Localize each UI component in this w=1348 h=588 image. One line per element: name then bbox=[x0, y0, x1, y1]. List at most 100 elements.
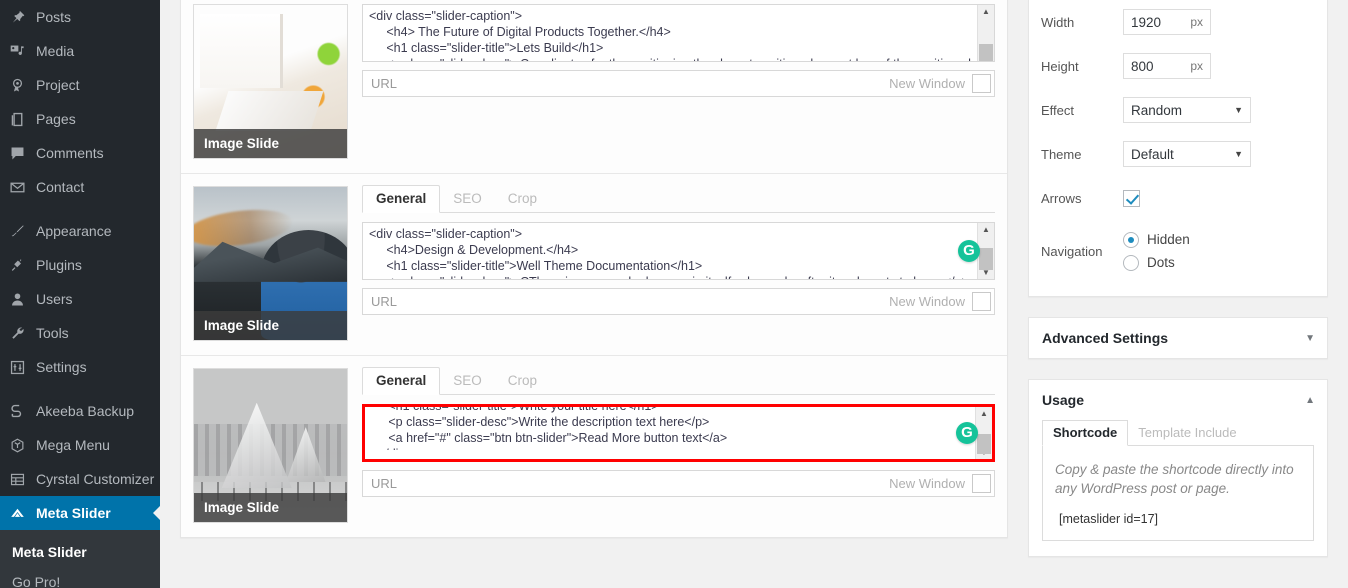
sidebar-item-settings[interactable]: Settings bbox=[0, 350, 160, 384]
tab-general[interactable]: General bbox=[362, 367, 441, 395]
width-input[interactable]: 1920 px bbox=[1123, 9, 1211, 35]
scrollbar-track[interactable] bbox=[976, 420, 992, 454]
arrows-label: Arrows bbox=[1041, 190, 1082, 206]
sidebar-item-meta-slider[interactable]: Meta Slider bbox=[0, 496, 161, 530]
setting-row-theme: Theme Default ▼ bbox=[1041, 132, 1315, 176]
usage-title: Usage bbox=[1042, 392, 1085, 408]
tab-seo[interactable]: SEO bbox=[440, 368, 495, 394]
sidebar-item-tools[interactable]: Tools bbox=[0, 316, 160, 350]
grammarly-icon[interactable]: G bbox=[956, 422, 978, 444]
sidebar-item-cyrstal-customizer[interactable]: Cyrstal Customizer bbox=[0, 462, 160, 496]
grid-icon bbox=[9, 469, 35, 489]
sidebar-item-label: Settings bbox=[36, 359, 87, 375]
advanced-settings-box[interactable]: Advanced Settings ▼ bbox=[1028, 317, 1328, 359]
slide-thumbnail[interactable]: Image Slide bbox=[193, 186, 348, 341]
slider-settings-box: Width 1920 px Height 800 px Effect Rando… bbox=[1028, 0, 1328, 297]
sidebar-item-label: Cyrstal Customizer bbox=[36, 471, 155, 487]
setting-row-effect: Effect Random ▼ bbox=[1041, 88, 1315, 132]
sidebar-item-mega-menu[interactable]: Mega Menu bbox=[0, 428, 160, 462]
new-window-checkbox[interactable] bbox=[972, 292, 991, 311]
scroll-up-icon[interactable]: ▲ bbox=[978, 223, 994, 236]
sidebar-item-label: Users bbox=[36, 291, 73, 307]
height-input[interactable]: 800 px bbox=[1123, 53, 1211, 79]
scrollbar-track[interactable] bbox=[978, 18, 994, 61]
scroll-up-icon[interactable]: ▲ bbox=[978, 5, 994, 18]
usage-body: Shortcode Template Include Copy & paste … bbox=[1029, 420, 1327, 556]
setting-row-arrows: Arrows bbox=[1041, 176, 1315, 220]
url-input[interactable]: URL bbox=[363, 476, 397, 491]
chevron-down-icon[interactable]: ▼ bbox=[1305, 333, 1315, 344]
new-window-checkbox[interactable] bbox=[972, 74, 991, 93]
theme-value: Default bbox=[1131, 146, 1174, 162]
caption-code-text[interactable]: <h1 class="slider-title">Write your titl… bbox=[365, 407, 974, 450]
caption-code-text[interactable]: <div class="slider-caption"> <h4>Design … bbox=[363, 223, 976, 279]
caption-code-editor-highlighted[interactable]: <h1 class="slider-title">Write your titl… bbox=[362, 404, 995, 462]
sidebar-item-pages[interactable]: Pages bbox=[0, 102, 160, 136]
admin-sidebar: Posts Media Project Pages Comments Contact App… bbox=[0, 0, 161, 588]
sidebar-item-users[interactable]: Users bbox=[0, 282, 160, 316]
width-label: Width bbox=[1041, 14, 1075, 30]
code-editor-scrollbar[interactable]: ▲▼ bbox=[977, 5, 994, 61]
tab-crop[interactable]: Crop bbox=[495, 186, 550, 212]
sidebar-item-media[interactable]: Media bbox=[0, 34, 160, 68]
arrows-checkbox[interactable] bbox=[1123, 189, 1140, 207]
setting-row-width: Width 1920 px bbox=[1041, 0, 1315, 44]
theme-label: Theme bbox=[1041, 146, 1082, 162]
usage-header[interactable]: Usage ▲ bbox=[1029, 380, 1327, 420]
tab-seo[interactable]: SEO bbox=[440, 186, 495, 212]
width-value: 1920 bbox=[1131, 14, 1162, 30]
navigation-option-dots[interactable]: Dots bbox=[1123, 254, 1190, 271]
tab-shortcode[interactable]: Shortcode bbox=[1042, 420, 1129, 446]
radio-hidden[interactable] bbox=[1123, 231, 1139, 248]
award-icon bbox=[9, 75, 35, 95]
chevron-up-icon[interactable]: ▲ bbox=[1305, 395, 1315, 406]
sidebar-item-project[interactable]: Project bbox=[0, 68, 160, 102]
caption-code-text[interactable]: <div class="slider-caption"> <h4> The Fu… bbox=[363, 5, 976, 61]
sidebar-item-label: Pages bbox=[36, 111, 76, 127]
slide-type-label: Image Slide bbox=[194, 129, 347, 158]
radio-dots[interactable] bbox=[1123, 254, 1139, 271]
tab-general[interactable]: General bbox=[362, 185, 441, 213]
navigation-option-hidden[interactable]: Hidden bbox=[1123, 231, 1190, 248]
sliders-icon bbox=[9, 357, 35, 377]
width-unit: px bbox=[1190, 15, 1203, 29]
scrollbar-thumb[interactable] bbox=[979, 248, 993, 270]
wrench-icon bbox=[9, 323, 35, 343]
effect-select[interactable]: Random ▼ bbox=[1123, 97, 1251, 123]
sidebar-item-posts[interactable]: Posts bbox=[0, 0, 160, 34]
advanced-settings-header[interactable]: Advanced Settings ▼ bbox=[1029, 318, 1327, 358]
new-window-group: New Window bbox=[889, 471, 994, 496]
plug-icon bbox=[9, 255, 35, 275]
scroll-up-icon[interactable]: ▲ bbox=[976, 407, 992, 420]
sidebar-item-label: Meta Slider bbox=[36, 505, 111, 521]
new-window-label: New Window bbox=[889, 76, 965, 91]
scrollbar-track[interactable] bbox=[978, 236, 994, 270]
scrollbar-thumb[interactable] bbox=[979, 44, 993, 61]
caption-code-editor[interactable]: <div class="slider-caption"> <h4> The Fu… bbox=[362, 4, 995, 62]
sidebar-item-plugins[interactable]: Plugins bbox=[0, 248, 160, 282]
sidebar-item-appearance[interactable]: Appearance bbox=[0, 214, 160, 248]
slide-thumbnail[interactable]: Image Slide bbox=[193, 368, 348, 523]
height-value: 800 bbox=[1131, 58, 1154, 74]
sidebar-item-contact[interactable]: Contact bbox=[0, 170, 160, 204]
comment-icon bbox=[9, 143, 35, 163]
new-window-checkbox[interactable] bbox=[972, 474, 991, 493]
caption-code-editor[interactable]: <div class="slider-caption"> <h4>Design … bbox=[362, 222, 995, 280]
sidebar-item-comments[interactable]: Comments bbox=[0, 136, 160, 170]
sidebar-item-akeeba-backup[interactable]: Akeeba Backup bbox=[0, 394, 160, 428]
height-unit: px bbox=[1190, 59, 1203, 73]
scrollbar-thumb[interactable] bbox=[977, 434, 991, 454]
submenu-item-go-pro-[interactable]: Go Pro! bbox=[0, 567, 160, 588]
new-window-group: New Window bbox=[889, 71, 994, 96]
url-input[interactable]: URL bbox=[363, 294, 397, 309]
shortcode-value[interactable]: [metaslider id=17] bbox=[1055, 512, 1301, 526]
envelope-icon bbox=[9, 177, 35, 197]
tab-crop[interactable]: Crop bbox=[495, 368, 550, 394]
theme-select[interactable]: Default ▼ bbox=[1123, 141, 1251, 167]
grammarly-icon[interactable]: G bbox=[958, 240, 980, 262]
url-input[interactable]: URL bbox=[363, 76, 397, 91]
tab-template-include[interactable]: Template Include bbox=[1128, 421, 1246, 445]
submenu-item-meta-slider[interactable]: Meta Slider bbox=[0, 537, 160, 567]
main-content: Image Slide <div class="slider-caption"> … bbox=[160, 0, 1348, 588]
slide-thumbnail[interactable]: Image Slide bbox=[193, 4, 348, 159]
